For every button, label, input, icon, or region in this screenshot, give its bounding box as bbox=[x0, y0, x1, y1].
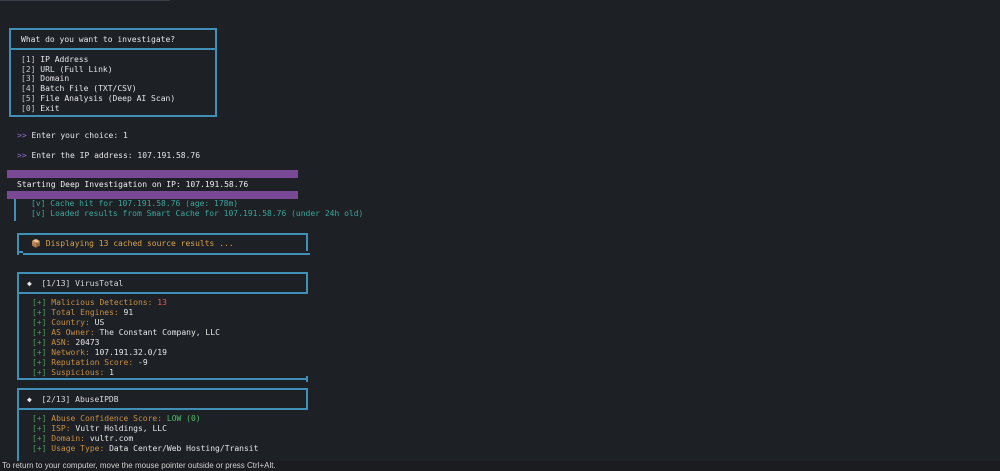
package-icon: 📦 bbox=[31, 239, 41, 248]
source-abuseipdb-panel: ◆ [2/13] AbuseIPDB [+] Abuse Confidence … bbox=[17, 388, 308, 461]
menu-item-batch: [4] Batch File (TXT/CSV) bbox=[21, 84, 137, 94]
menu-divider bbox=[11, 48, 215, 50]
source-header: ◆ [2/13] AbuseIPDB bbox=[27, 395, 119, 404]
field-row: [+] Suspicious: 1 bbox=[32, 368, 114, 377]
field-list: [+] Malicious Detections: 13 [+] Total E… bbox=[32, 298, 220, 378]
field-row: [+] ASN: 20473 bbox=[32, 338, 100, 347]
field-row: [+] Usage Type: Data Center/Web Hosting/… bbox=[32, 444, 259, 453]
ip-prompt: >> Enter the IP address: 107.191.58.76 bbox=[17, 151, 201, 160]
field-row: [+] Abuse Confidence Score: LOW (0) bbox=[32, 414, 201, 423]
menu-item-file: [5] File Analysis (Deep AI Scan) bbox=[21, 93, 176, 103]
vm-release-hint: To return to your computer, move the mou… bbox=[2, 461, 276, 470]
field-row: [+] Total Engines: 91 bbox=[32, 308, 134, 317]
displaying-panel: 📦 Displaying 13 cached source results ..… bbox=[17, 233, 310, 255]
field-row: [+] ISP: Vultr Holdings, LLC bbox=[32, 424, 167, 433]
menu-panel: What do you want to investigate? [1] IP … bbox=[9, 28, 217, 117]
source-header: ◆ [1/13] VirusTotal bbox=[27, 279, 124, 288]
displaying-text: 📦 Displaying 13 cached source results ..… bbox=[31, 239, 234, 248]
field-row: [+] Reputation Score: -9 bbox=[32, 358, 148, 367]
menu-title: What do you want to investigate? bbox=[21, 35, 176, 44]
choice-prompt: >> Enter your choice: 1 bbox=[17, 131, 128, 140]
menu-item-ip: [1] IP Address bbox=[21, 55, 89, 64]
banner-top-bar bbox=[7, 170, 298, 178]
cache-loaded-line: [v] Loaded results from Smart Cache for … bbox=[31, 209, 364, 218]
field-row: [+] Country: US bbox=[32, 318, 105, 327]
source-virustotal-panel: ◆ [1/13] VirusTotal [+] Malicious Detect… bbox=[17, 272, 308, 382]
diamond-icon: ◆ bbox=[27, 395, 32, 404]
menu-item-exit: [0] Exit bbox=[21, 103, 60, 113]
field-row: [+] Domain: vultr.com bbox=[32, 434, 134, 443]
field-list: [+] Abuse Confidence Score: LOW (0) [+] … bbox=[32, 414, 258, 454]
menu-list: [1] IP Address [2] URL (Full Link) [3] D… bbox=[21, 55, 175, 113]
menu-item-domain: [3] Domain bbox=[21, 74, 70, 84]
cache-rail bbox=[14, 199, 16, 221]
diamond-icon: ◆ bbox=[27, 279, 32, 288]
cache-hit-line: [v] Cache hit for 107.191.58.76 (age: 17… bbox=[31, 199, 239, 208]
vm-release-hint-bar: To return to your computer, move the mou… bbox=[0, 461, 1000, 471]
top-divider bbox=[0, 0, 170, 1]
field-row: [+] AS Owner: The Constant Company, LLC bbox=[32, 328, 220, 337]
field-row: [+] Network: 107.191.32.0/19 bbox=[32, 348, 167, 357]
investigation-banner: Starting Deep Investigation on IP: 107.1… bbox=[17, 180, 249, 189]
banner-bottom-bar bbox=[7, 191, 298, 199]
field-row: [+] Malicious Detections: 13 bbox=[32, 298, 167, 307]
menu-item-url: [2] URL (Full Link) bbox=[21, 64, 113, 74]
